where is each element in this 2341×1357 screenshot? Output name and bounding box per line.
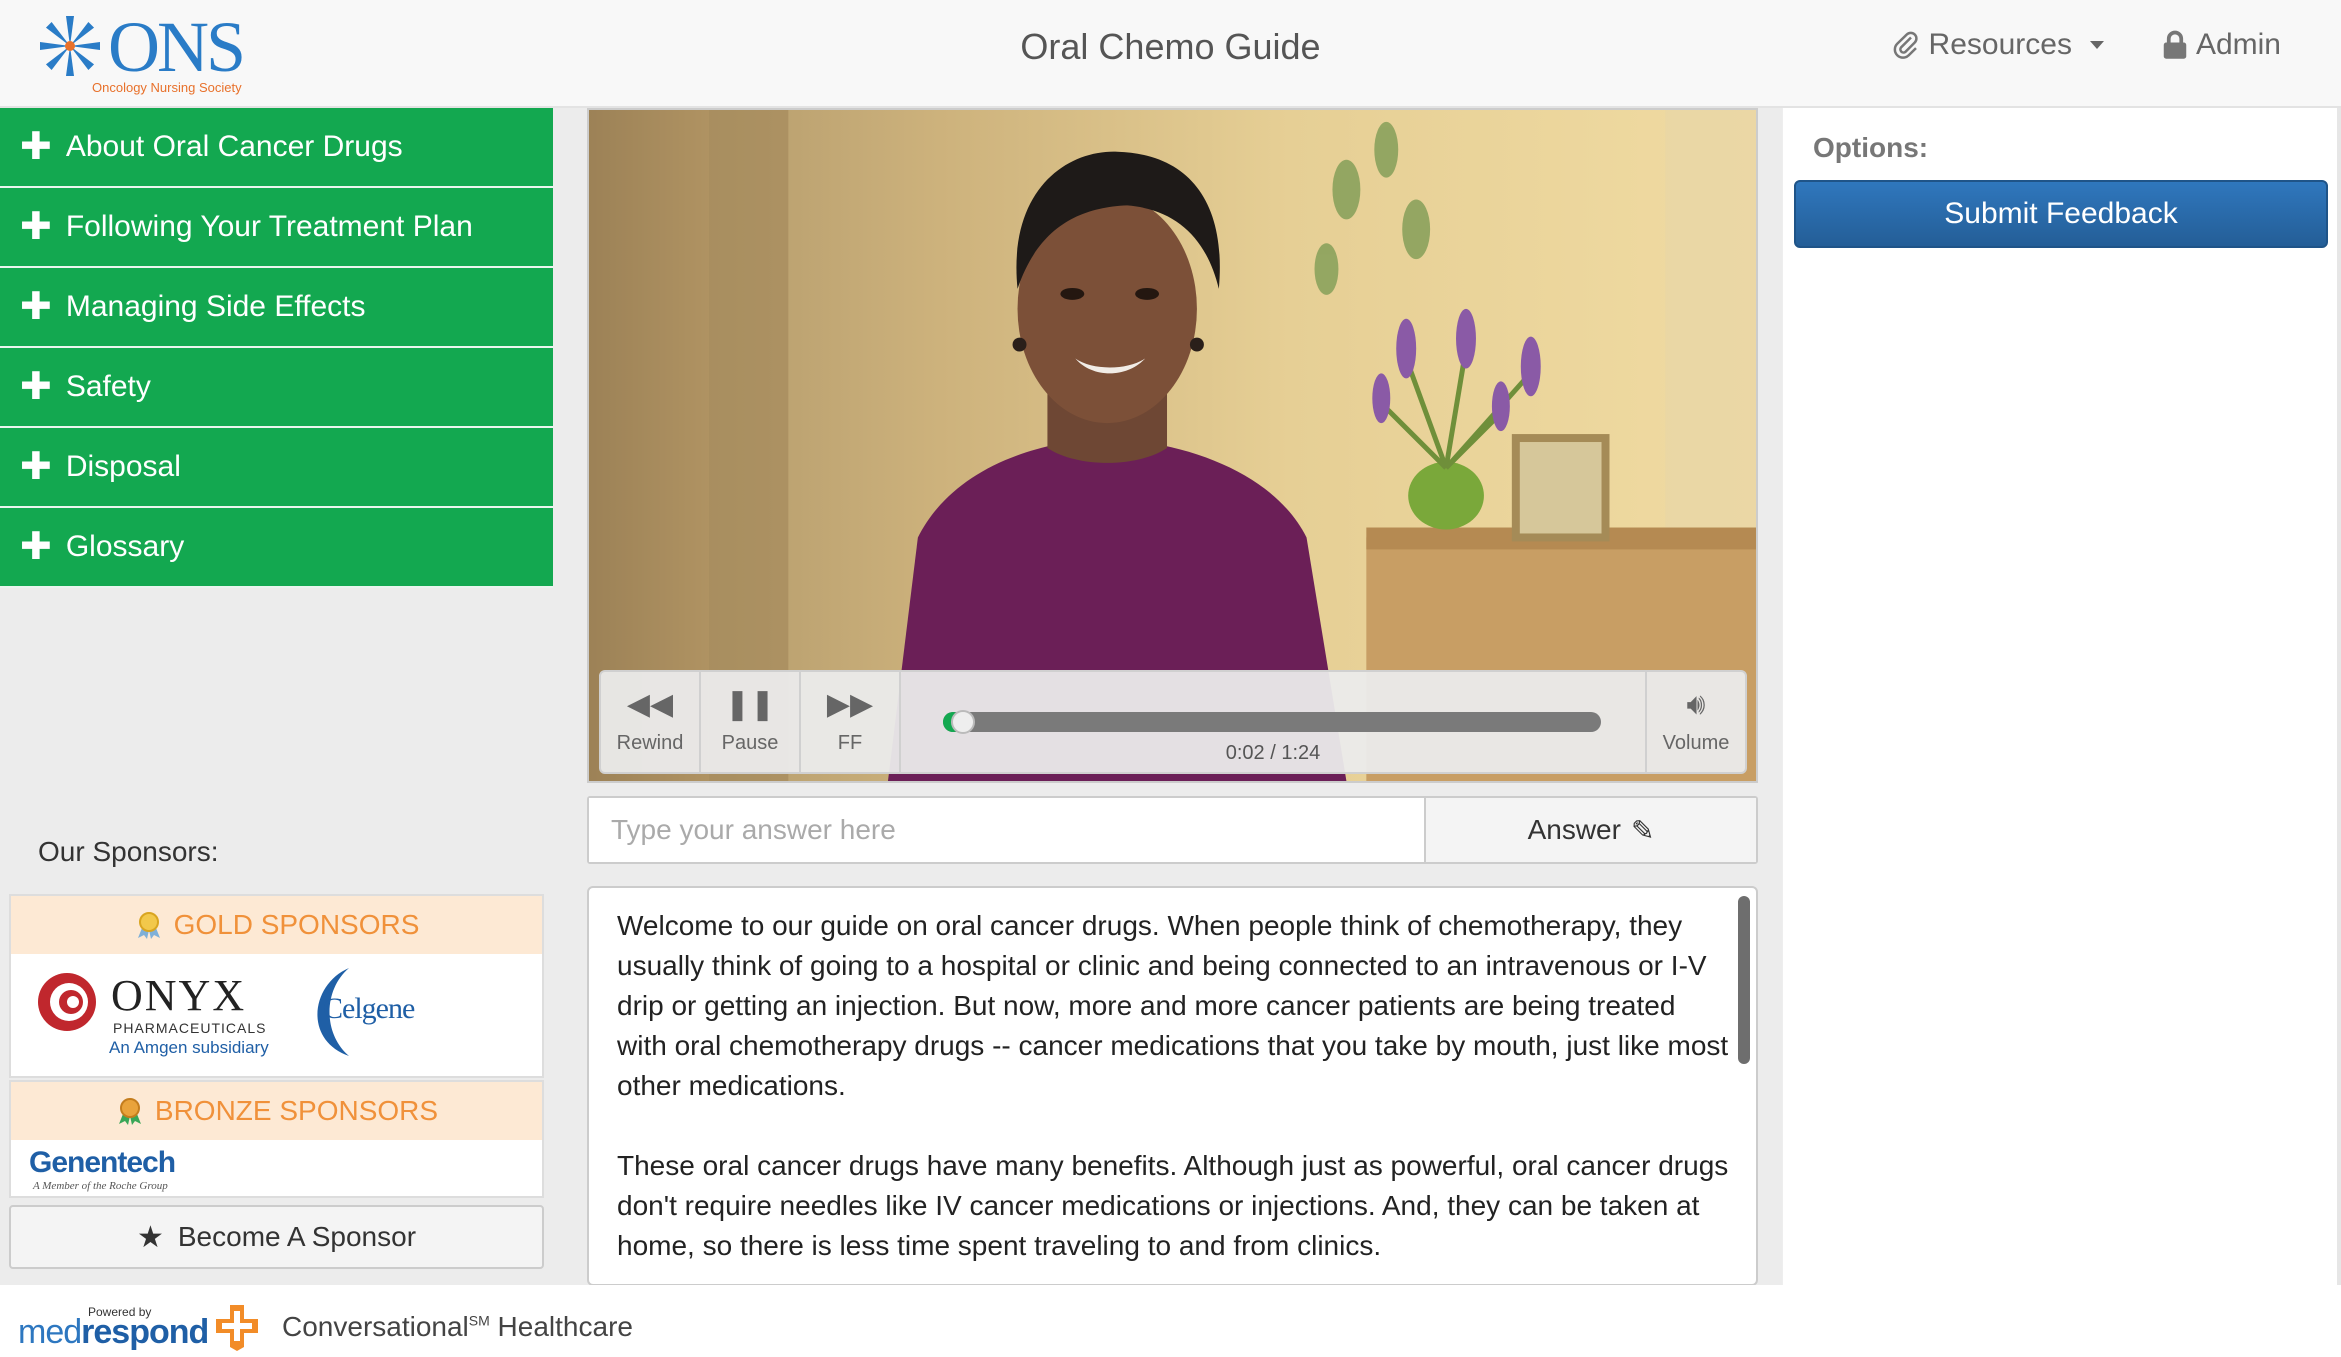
submit-feedback-button[interactable]: Submit Feedback bbox=[1794, 180, 2328, 248]
gold-sponsors-box: GOLD SPONSORS ONYX PHARMACEUTICALS An Am… bbox=[9, 894, 544, 1078]
menu-item-label: Managing Side Effects bbox=[65, 290, 366, 323]
brand-med: med bbox=[18, 1313, 82, 1351]
pause-icon: ❚❚ bbox=[724, 687, 776, 721]
plus-icon: ✚ bbox=[20, 526, 52, 568]
rewind-icon: ◀◀ bbox=[626, 687, 674, 721]
plus-icon: ✚ bbox=[20, 286, 52, 328]
resources-dropdown[interactable]: Resources bbox=[1891, 28, 2104, 62]
menu-item-following-treatment-plan[interactable]: ✚ Following Your Treatment Plan bbox=[0, 188, 553, 268]
plus-icon: ✚ bbox=[20, 446, 52, 488]
header-nav: Resources Admin bbox=[1891, 28, 2281, 62]
gold-sponsor-logos: ONYX PHARMACEUTICALS An Amgen subsidiary… bbox=[11, 954, 542, 1078]
onyx-name: ONYX bbox=[111, 971, 247, 1020]
tagline: ConversationalSM Healthcare bbox=[282, 1311, 633, 1343]
genentech-name: Genentech bbox=[29, 1146, 176, 1179]
chevron-down-icon bbox=[2089, 41, 2104, 49]
menu-item-disposal[interactable]: ✚ Disposal bbox=[0, 428, 553, 508]
bronze-sponsors-label: BRONZE SPONSORS bbox=[154, 1095, 439, 1126]
medrespond-cross-icon bbox=[216, 1305, 258, 1351]
admin-link[interactable]: Admin bbox=[2162, 28, 2281, 62]
menu-item-label: Following Your Treatment Plan bbox=[65, 210, 473, 243]
become-sponsor-label: Become A Sponsor bbox=[177, 1221, 417, 1252]
menu-item-label: Glossary bbox=[65, 530, 185, 563]
onyx-sponsor-logo[interactable]: ONYX PHARMACEUTICALS An Amgen subsidiary bbox=[35, 970, 295, 1070]
become-sponsor-button[interactable]: ★ Become A Sponsor bbox=[9, 1205, 544, 1269]
ons-star-icon bbox=[40, 16, 100, 76]
logo-subtitle: Oncology Nursing Society bbox=[92, 80, 242, 95]
gold-sponsors-label: GOLD SPONSORS bbox=[173, 909, 420, 940]
answer-input[interactable] bbox=[589, 798, 1424, 862]
plus-icon: ✚ bbox=[20, 206, 52, 248]
sponsors-heading: Our Sponsors: bbox=[38, 836, 219, 867]
transcript-paragraph: Welcome to our guide on oral cancer drug… bbox=[617, 910, 1729, 1101]
genentech-line2: A Member of the Roche Group bbox=[33, 1180, 168, 1192]
options-panel: Options: Submit Feedback bbox=[1782, 108, 2341, 1285]
rewind-label: Rewind bbox=[616, 731, 684, 754]
tagline-sup: SM bbox=[468, 1312, 490, 1329]
footer: Powered by medrespond ConversationalSM H… bbox=[0, 1285, 2341, 1357]
pause-label: Pause bbox=[721, 731, 779, 754]
brand-respond: respond bbox=[81, 1313, 209, 1351]
transcript-paragraph: These oral cancer drugs have many benefi… bbox=[617, 1150, 1729, 1261]
admin-label: Admin bbox=[2195, 28, 2281, 61]
ff-label: FF bbox=[837, 731, 863, 754]
main-content: ◀◀ Rewind ❚❚ Pause ▶▶ FF 0:02 / 1:24 🔊︎ bbox=[582, 108, 1782, 1286]
onyx-swirl-icon bbox=[38, 973, 96, 1031]
progress-handle[interactable] bbox=[950, 710, 975, 734]
rewind-button[interactable]: ◀◀ Rewind bbox=[601, 672, 701, 772]
paperclip-icon bbox=[1893, 31, 1918, 59]
transcript-panel[interactable]: Welcome to our guide on oral cancer drug… bbox=[587, 886, 1758, 1286]
answer-form: Answer ✎ bbox=[587, 796, 1758, 864]
tagline-tail: Healthcare bbox=[489, 1311, 633, 1342]
options-heading: Options: bbox=[1813, 132, 1929, 163]
bronze-medal-icon bbox=[118, 1098, 141, 1125]
ons-logo[interactable]: ONS Oncology Nursing Society bbox=[40, 7, 270, 100]
onyx-line2: PHARMACEUTICALS bbox=[113, 1020, 267, 1036]
menu-item-label: Disposal bbox=[65, 450, 181, 483]
gold-medal-icon bbox=[137, 912, 160, 939]
star-icon: ★ bbox=[136, 1220, 164, 1254]
pause-button[interactable]: ❚❚ Pause bbox=[701, 672, 801, 772]
volume-label: Volume bbox=[1662, 731, 1730, 754]
celgene-name: Celgene bbox=[323, 992, 415, 1025]
topic-menu: ✚ About Oral Cancer Drugs ✚ Following Your… bbox=[0, 108, 553, 588]
answer-label: Answer bbox=[1527, 814, 1621, 845]
volume-icon: 🔊︎ bbox=[1686, 687, 1706, 721]
menu-item-label: Safety bbox=[65, 370, 151, 403]
fast-forward-button[interactable]: ▶▶ FF bbox=[801, 672, 901, 772]
volume-button[interactable]: 🔊︎ Volume bbox=[1645, 672, 1745, 772]
fast-forward-icon: ▶▶ bbox=[826, 687, 874, 721]
app-header: ONS Oncology Nursing Society Oral Chemo … bbox=[0, 0, 2341, 108]
menu-item-glossary[interactable]: ✚ Glossary bbox=[0, 508, 553, 588]
genentech-sponsor-logo[interactable]: Genentech A Member of the Roche Group bbox=[11, 1140, 542, 1198]
medrespond-logo[interactable]: medrespond bbox=[18, 1313, 209, 1352]
progress-slider[interactable] bbox=[943, 710, 1601, 734]
plus-icon: ✚ bbox=[20, 366, 52, 408]
plus-icon: ✚ bbox=[20, 126, 52, 168]
video-player[interactable]: ◀◀ Rewind ❚❚ Pause ▶▶ FF 0:02 / 1:24 🔊︎ bbox=[587, 108, 1758, 783]
lock-icon bbox=[2163, 30, 2187, 59]
logo-text: ONS bbox=[108, 7, 246, 87]
tagline-main: Conversational bbox=[282, 1311, 469, 1342]
menu-item-safety[interactable]: ✚ Safety bbox=[0, 348, 553, 428]
resources-label: Resources bbox=[1928, 28, 2072, 61]
video-controls: ◀◀ Rewind ❚❚ Pause ▶▶ FF 0:02 / 1:24 🔊︎ bbox=[599, 670, 1747, 774]
bronze-sponsors-header: BRONZE SPONSORS bbox=[11, 1082, 542, 1140]
progress-area: 0:02 / 1:24 bbox=[901, 672, 1645, 772]
menu-item-managing-side-effects[interactable]: ✚ Managing Side Effects bbox=[0, 268, 553, 348]
gold-sponsors-header: GOLD SPONSORS bbox=[11, 896, 542, 954]
menu-item-label: About Oral Cancer Drugs bbox=[65, 130, 403, 163]
answer-button[interactable]: Answer ✎ bbox=[1424, 798, 1756, 862]
panel-divider bbox=[2337, 108, 2341, 1285]
transcript-scrollbar[interactable] bbox=[1738, 896, 1750, 1064]
time-readout: 0:02 / 1:24 bbox=[1225, 742, 1321, 764]
onyx-line3: An Amgen subsidiary bbox=[109, 1038, 269, 1057]
sidebar: ✚ About Oral Cancer Drugs ✚ Following Your… bbox=[0, 108, 582, 1285]
bronze-sponsors-box: BRONZE SPONSORS Genentech A Member of th… bbox=[9, 1080, 544, 1198]
menu-item-about-oral-cancer-drugs[interactable]: ✚ About Oral Cancer Drugs bbox=[0, 108, 553, 188]
celgene-sponsor-logo[interactable]: Celgene bbox=[301, 964, 421, 1064]
pencil-icon: ✎ bbox=[1630, 814, 1655, 846]
